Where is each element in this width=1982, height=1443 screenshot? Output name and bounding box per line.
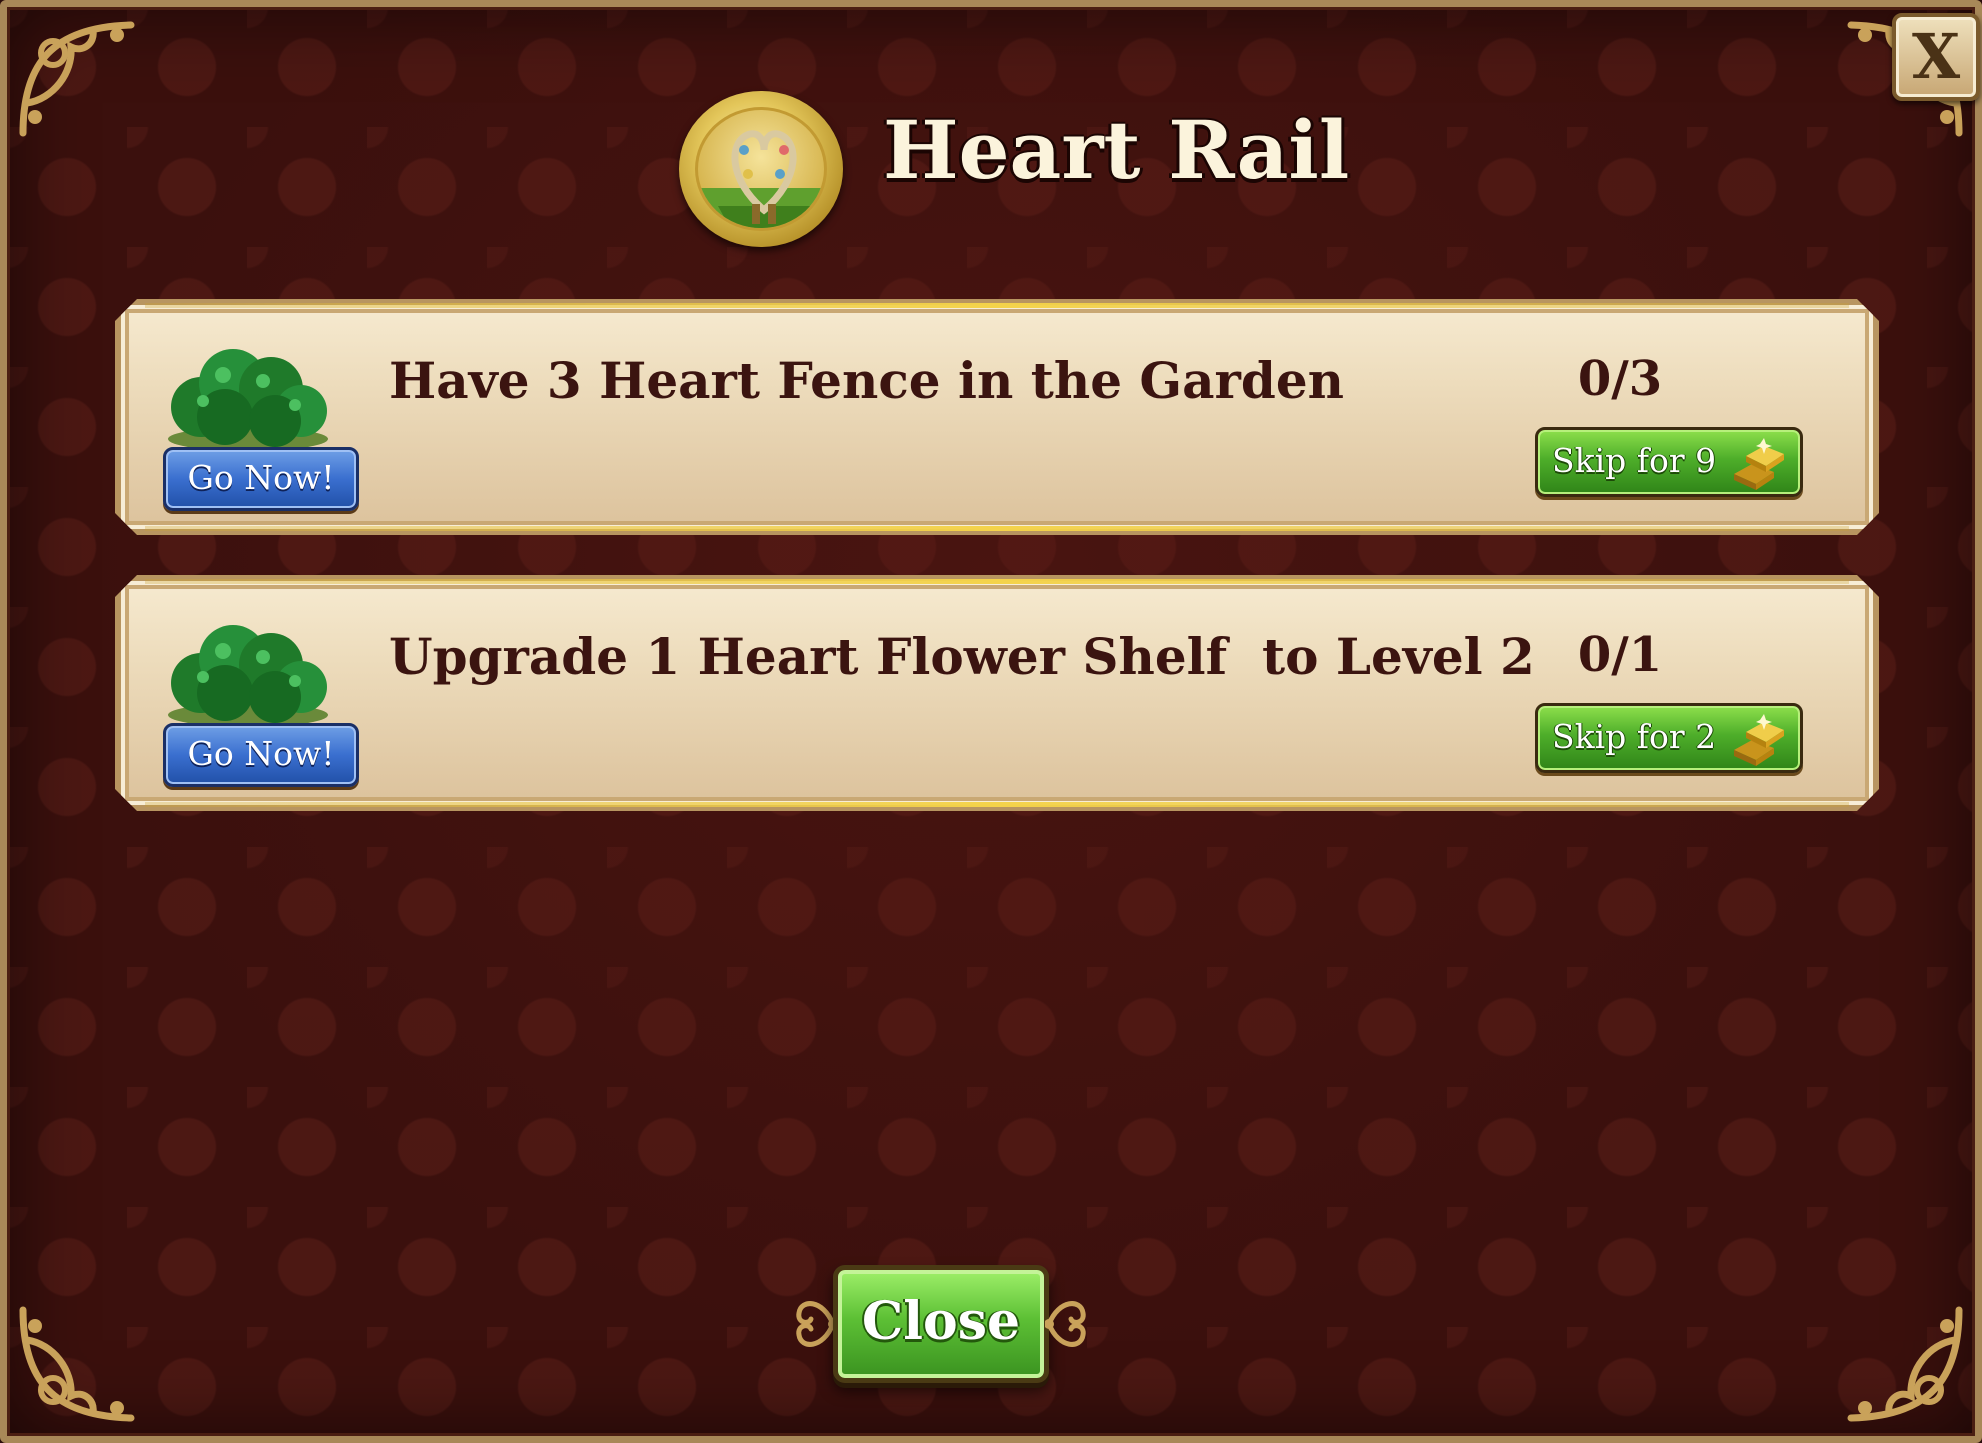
flourish-icon	[793, 1289, 838, 1359]
hedge-icon	[163, 335, 333, 451]
corner-ornament-icon	[1839, 1300, 1969, 1430]
gold-bars-icon	[1728, 434, 1790, 492]
task-card-plate	[115, 575, 1879, 811]
heart-rail-medal-icon	[679, 91, 843, 247]
task-card-plate	[115, 299, 1879, 535]
task-progress: 0/3	[1577, 351, 1663, 407]
task-description: Upgrade 1 Heart Flower Shelf to Level 2	[389, 627, 1535, 686]
divider	[145, 303, 1849, 308]
task-card: Go Now! Upgrade 1 Heart Flower Shelf to …	[115, 575, 1879, 811]
close-button[interactable]: Close	[833, 1265, 1049, 1383]
skip-button[interactable]: Skip for 2	[1535, 703, 1803, 773]
go-now-button[interactable]: Go Now!	[163, 723, 359, 787]
divider	[145, 526, 1849, 531]
task-card: Go Now! Have 3 Heart Fence in the Garden…	[115, 299, 1879, 535]
corner-ornament-icon	[13, 1300, 143, 1430]
close-button-group: Close	[793, 1259, 1089, 1389]
go-now-button[interactable]: Go Now!	[163, 447, 359, 511]
skip-button[interactable]: Skip for 9	[1535, 427, 1803, 497]
hedge-icon	[163, 611, 333, 727]
dialog-title: Heart Rail	[883, 103, 1350, 197]
skip-button-label: Skip for 2	[1552, 717, 1717, 756]
dialog-header: Heart Rail	[679, 91, 1379, 251]
dialog-frame: X Heart Rail Go Now! Have 3 Heart Fence …	[0, 0, 1982, 1443]
gold-bars-icon	[1728, 710, 1790, 768]
divider	[145, 802, 1849, 807]
skip-button-label: Skip for 9	[1552, 441, 1717, 480]
task-description: Have 3 Heart Fence in the Garden	[389, 351, 1344, 410]
flourish-icon	[1044, 1289, 1089, 1359]
divider	[145, 579, 1849, 584]
corner-ornament-icon	[13, 13, 143, 143]
close-x-button[interactable]: X	[1892, 13, 1980, 101]
task-progress: 0/1	[1577, 627, 1663, 683]
